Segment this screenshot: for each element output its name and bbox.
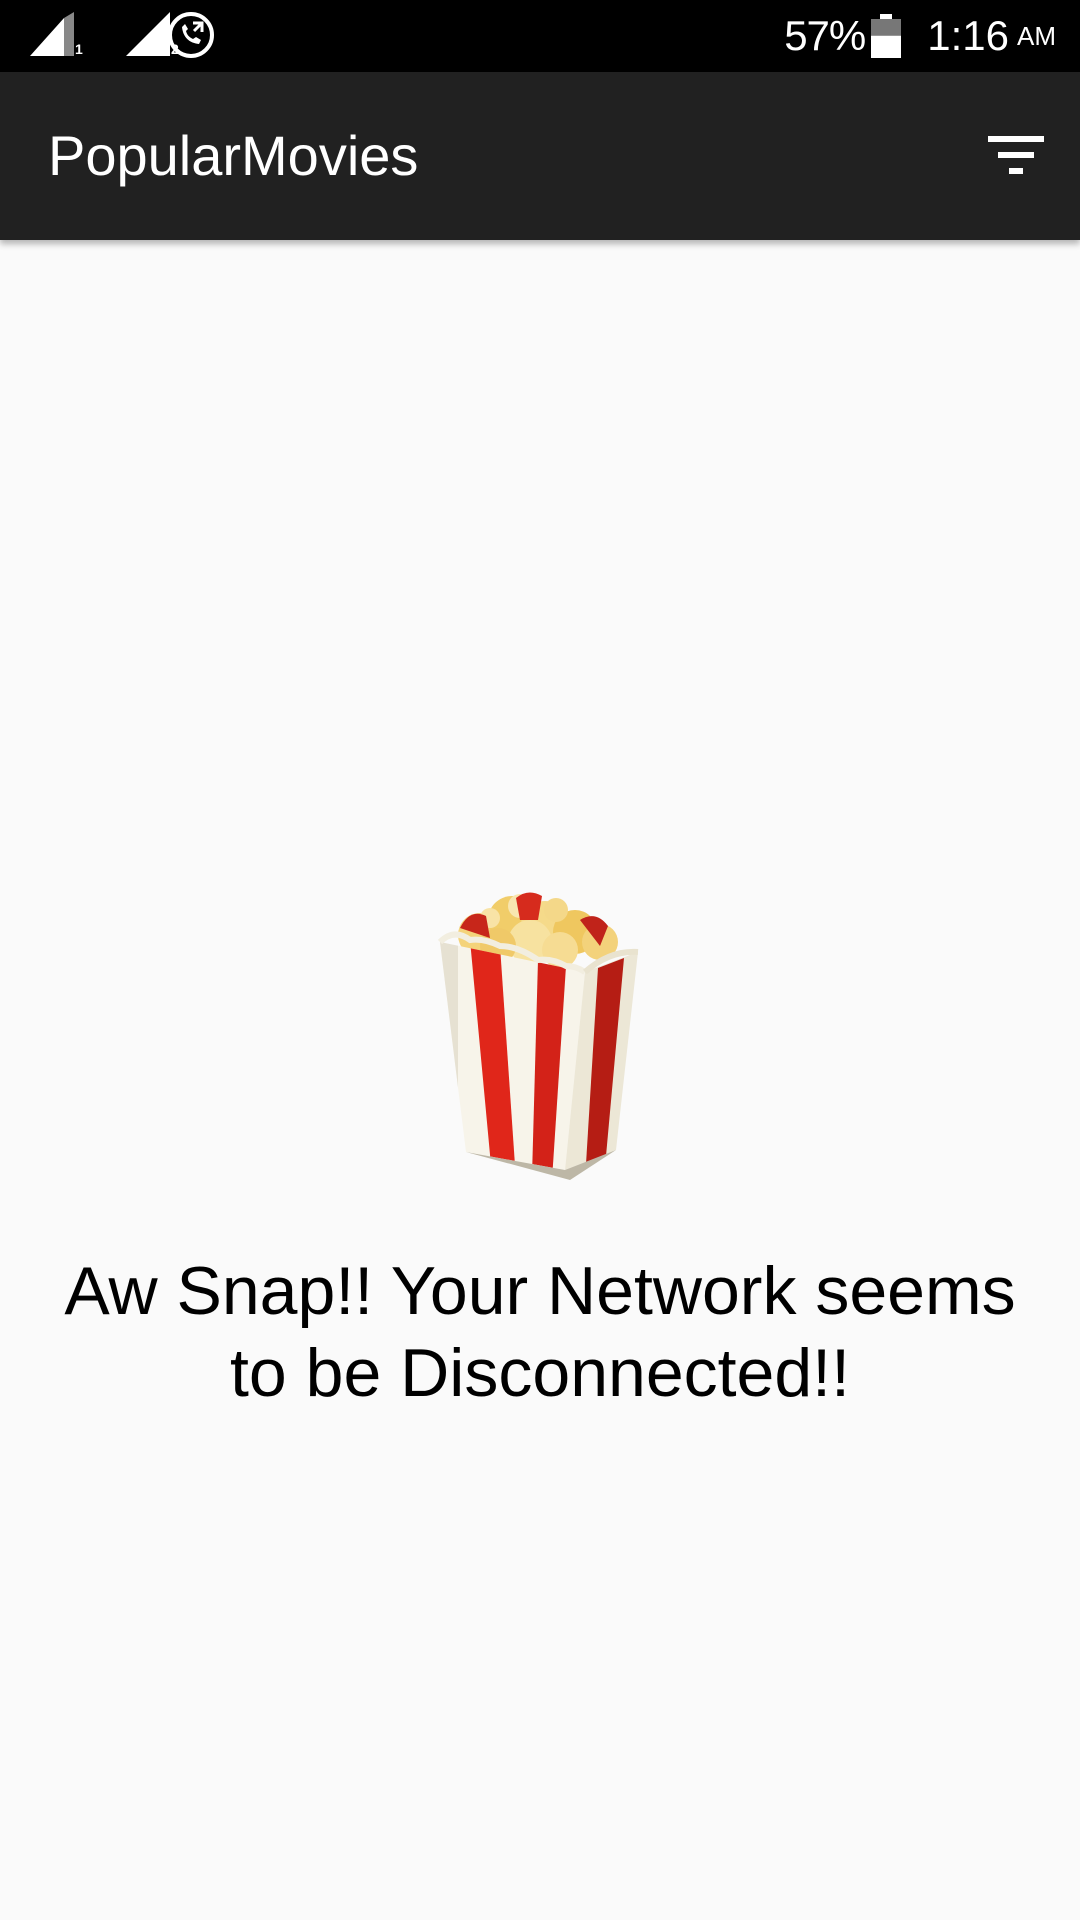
clock-ampm: AM <box>1017 20 1056 51</box>
app-title: PopularMovies <box>48 124 419 187</box>
status-bar: 1 2 57% 1:16 AM <box>0 0 1080 72</box>
call-icon <box>168 12 214 58</box>
sort-filter-button[interactable] <box>980 120 1052 192</box>
empty-state: Aw Snap!! Your Network seems to be Disco… <box>0 880 1080 1414</box>
popcorn-icon <box>437 892 639 1180</box>
battery-icon <box>871 14 902 58</box>
app-bar: PopularMovies <box>0 72 1080 240</box>
filter-icon <box>988 136 1044 174</box>
sim1-label: 1 <box>75 41 83 57</box>
network-error-message: Aw Snap!! Your Network seems to be Disco… <box>64 1253 1016 1411</box>
status-right-icons: 57% 1:16 AM <box>784 0 1056 72</box>
status-left-icons: 1 2 <box>28 12 184 60</box>
signal-sim1-icon: 1 <box>28 12 88 60</box>
clock-time: 1:16 <box>927 12 1009 59</box>
battery-percent: 57% <box>784 12 866 59</box>
